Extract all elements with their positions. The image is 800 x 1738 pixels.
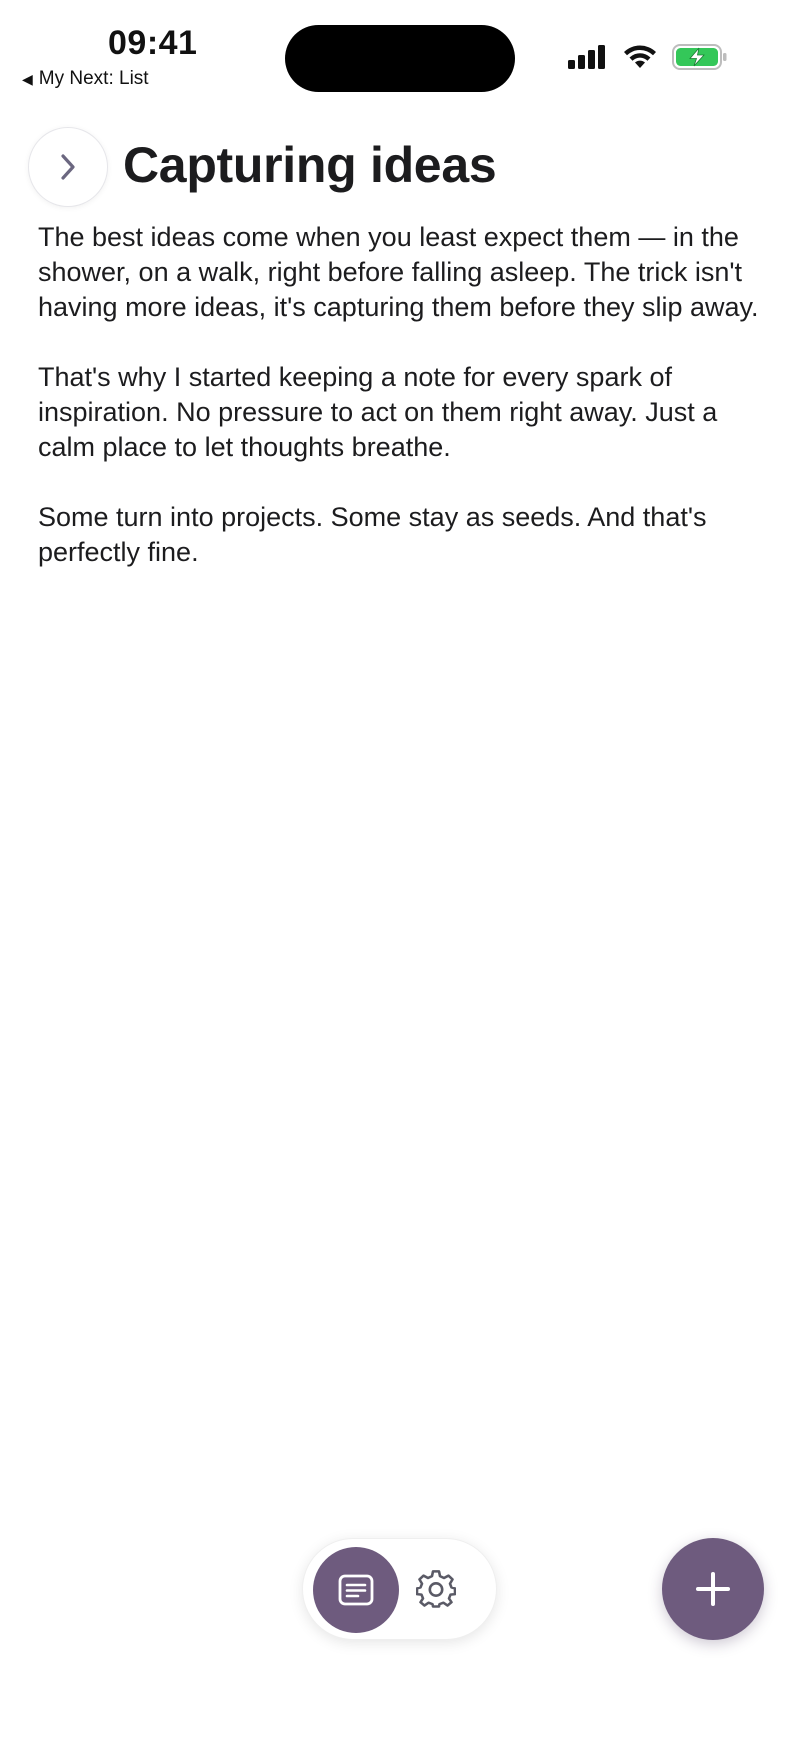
cellular-signal-icon: [568, 45, 605, 69]
note-paragraph: The best ideas come when you least expec…: [38, 222, 759, 322]
page-title: Capturing ideas: [123, 137, 497, 193]
notes-icon: [338, 1574, 374, 1606]
add-note-button[interactable]: [662, 1538, 764, 1640]
note-paragraph: Some turn into projects. Some stay as se…: [38, 502, 707, 567]
dynamic-island: [285, 25, 515, 92]
back-app-label: My Next: List: [38, 68, 149, 89]
plus-icon: [696, 1572, 730, 1606]
wifi-icon: [624, 45, 656, 68]
settings-tab-button[interactable]: [415, 1569, 457, 1611]
battery-charging-icon: [672, 44, 727, 70]
gear-icon: [416, 1570, 456, 1608]
note-paragraph: That's why I started keeping a note for …: [38, 362, 718, 462]
back-triangle-icon: ◀: [22, 71, 33, 87]
note-body[interactable]: The best ideas come when you least expec…: [38, 220, 768, 605]
bottom-nav-pill: [302, 1538, 497, 1640]
sidebar-toggle-button[interactable]: [28, 127, 108, 207]
notes-tab-button[interactable]: [313, 1547, 399, 1633]
chevron-right-icon: [61, 154, 75, 180]
status-icons: [568, 44, 728, 70]
back-to-app-link[interactable]: ◀ My Next: List: [22, 68, 149, 90]
status-time: 09:41: [108, 24, 198, 62]
